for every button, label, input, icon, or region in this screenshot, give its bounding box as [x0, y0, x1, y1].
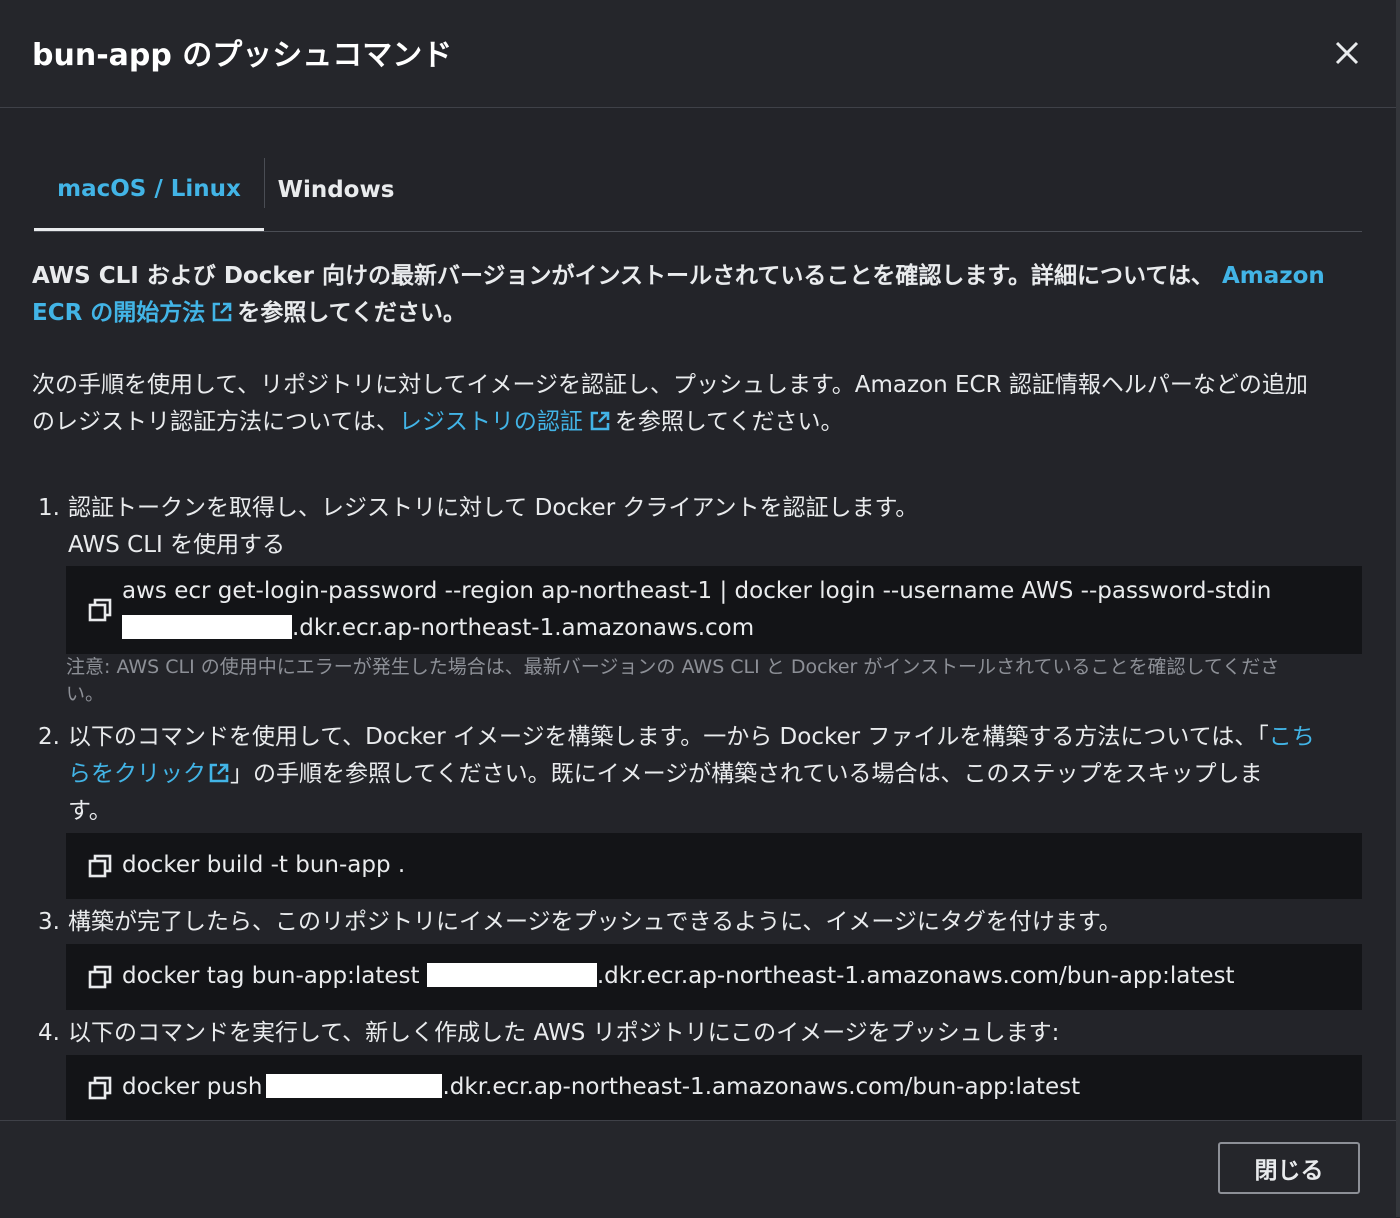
- code-block-build: docker build -t bun-app .: [66, 833, 1362, 899]
- step-number: 2.: [38, 724, 60, 750]
- step-number: 1.: [38, 495, 60, 521]
- scrollbar-track[interactable]: [1396, 0, 1400, 1217]
- info-line2-after: を参照してください。: [614, 409, 844, 435]
- redacted-account-id: [122, 615, 292, 639]
- push-command[interactable]: docker push .dkr.ecr.ap-northeast-1.amazo…: [122, 1069, 1080, 1106]
- tab-windows[interactable]: Windows: [266, 150, 406, 230]
- intro-link-line1[interactable]: Amazon: [1222, 263, 1325, 289]
- aws-cli-note: 注意: AWS CLI の使用中にエラーが発生した場合は、最新バージョンの AW…: [66, 654, 1356, 708]
- login-command-line2[interactable]: .dkr.ecr.ap-northeast-1.amazonaws.com: [292, 615, 754, 641]
- step-number: 4.: [38, 1020, 60, 1046]
- modal-footer: 閉じる: [0, 1120, 1396, 1218]
- code-block-login: aws ecr get-login-password --region ap-n…: [66, 566, 1362, 654]
- note-line2: い。: [66, 683, 105, 705]
- push-command-before: docker push: [122, 1074, 263, 1100]
- modal-header: bun-app のプッシュコマンド: [0, 0, 1396, 108]
- close-icon[interactable]: [1330, 36, 1364, 70]
- tab-divider: [264, 158, 265, 208]
- step-number: 3.: [38, 909, 60, 935]
- step-2-line2: 」の手順を参照してください。既にイメージが構築されている場合は、このステップをス…: [230, 761, 1263, 787]
- external-link-icon: [209, 763, 229, 783]
- close-button[interactable]: 閉じる: [1218, 1142, 1360, 1194]
- click-here-link-part1[interactable]: こち: [1269, 724, 1315, 750]
- step-1-text: 認証トークンを取得し、レジストリに対して Docker クライアントを認証します…: [68, 495, 919, 521]
- tag-command[interactable]: docker tag bun-app:latest .dkr.ecr.ap-no…: [122, 958, 1234, 995]
- info-line2-before: のレジストリ認証方法については、: [32, 409, 399, 435]
- registry-auth-link[interactable]: レジストリの認証: [399, 409, 583, 435]
- tag-command-after: .dkr.ecr.ap-northeast-1.amazonaws.com/bu…: [596, 963, 1235, 989]
- step-2-line1: 以下のコマンドを使用して、Docker イメージを構築します。一から Docke…: [68, 724, 1269, 750]
- info-line1: 次の手順を使用して、リポジトリに対してイメージを認証し、プッシュします。Amaz…: [32, 372, 1308, 398]
- copy-icon[interactable]: [88, 1076, 112, 1100]
- step-3-text: 構築が完了したら、このリポジトリにイメージをプッシュできるように、イメージにタグ…: [68, 909, 1122, 935]
- click-here-link[interactable]: らをクリック: [68, 761, 206, 787]
- step-2-line3: す。: [68, 798, 112, 824]
- push-commands-modal: bun-app のプッシュコマンド macOS / Linux Windows …: [0, 0, 1396, 1218]
- code-block-push: docker push .dkr.ecr.ap-northeast-1.amazo…: [66, 1055, 1362, 1120]
- intro-paragraph: AWS CLI および Docker 向けの最新バージョンがインストールされてい…: [32, 258, 1362, 332]
- tab-macos-linux[interactable]: macOS / Linux: [34, 150, 264, 231]
- copy-icon[interactable]: [88, 854, 112, 878]
- intro-text: AWS CLI および Docker 向けの最新バージョンがインストールされてい…: [32, 263, 1214, 289]
- external-link-icon: [213, 302, 232, 322]
- note-line1: 注意: AWS CLI の使用中にエラーが発生した場合は、最新バージョンの AW…: [66, 656, 1280, 678]
- step-1-subtext: AWS CLI を使用する: [68, 532, 286, 558]
- copy-icon[interactable]: [88, 965, 112, 989]
- os-tabs: macOS / Linux Windows: [34, 150, 1362, 232]
- push-command-after: .dkr.ecr.ap-northeast-1.amazonaws.com/bu…: [442, 1074, 1081, 1100]
- modal-title: bun-app のプッシュコマンド: [32, 38, 453, 73]
- step-4-text: 以下のコマンドを実行して、新しく作成した AWS リポジトリにこのイメージをプッ…: [68, 1020, 1060, 1046]
- build-command[interactable]: docker build -t bun-app .: [122, 847, 405, 884]
- intro-after: を参照してください。: [237, 300, 466, 326]
- external-link-icon: [590, 411, 610, 431]
- ecr-getting-started-link[interactable]: ECR の開始方法: [32, 300, 205, 326]
- login-command-line1[interactable]: aws ecr get-login-password --region ap-n…: [122, 573, 1271, 610]
- tag-command-before: docker tag bun-app:latest: [122, 963, 420, 989]
- info-paragraph: 次の手順を使用して、リポジトリに対してイメージを認証し、プッシュします。Amaz…: [32, 367, 1362, 441]
- redacted-account-id: [266, 1074, 443, 1098]
- code-block-tag: docker tag bun-app:latest .dkr.ecr.ap-no…: [66, 944, 1362, 1010]
- redacted-account-id: [426, 963, 597, 987]
- copy-icon[interactable]: [88, 598, 112, 622]
